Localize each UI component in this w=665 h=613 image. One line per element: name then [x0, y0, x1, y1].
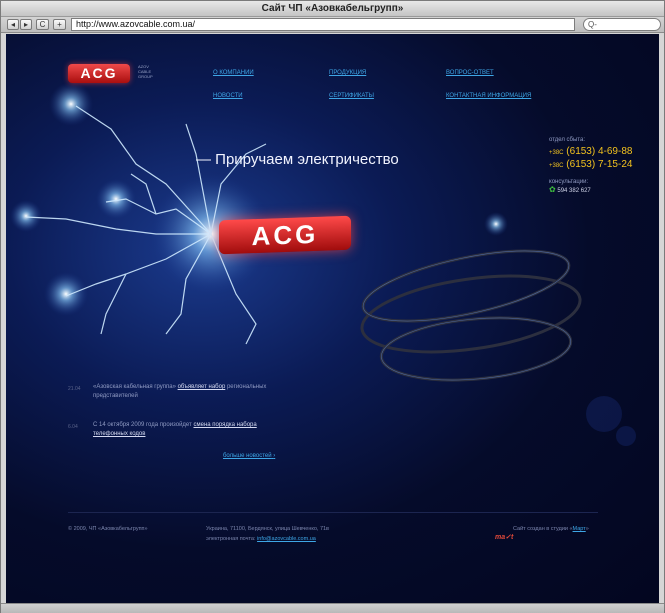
add-bookmark-button[interactable]: +	[53, 19, 66, 30]
menu-item-faq[interactable]: ВОПРОС-ОТВЕТ	[446, 70, 494, 76]
search-field[interactable]: Q-	[583, 18, 661, 31]
phone-1-number: (6153) 4-69-88	[566, 146, 633, 157]
studio-logo[interactable]: ma✓t	[495, 533, 513, 541]
icq-number: 594 382 627	[557, 188, 591, 194]
news-item: «Азовская кабельная группа» объявляет на…	[93, 383, 293, 401]
hero-logo-text: ACG	[251, 218, 319, 252]
icq-flower-icon: ✿	[549, 185, 556, 194]
status-bar	[1, 603, 664, 613]
menu-item-products[interactable]: ПРОДУКЦИЯ	[329, 70, 366, 76]
studio-text: Сайт создан в студии «	[513, 526, 573, 532]
footer-divider	[68, 512, 598, 513]
footer-email-label: электронная почта:	[206, 536, 256, 542]
logo-subtitle-line: GROUP	[138, 74, 153, 79]
logo[interactable]: ACG	[68, 64, 130, 83]
news-text: представителей	[93, 393, 138, 399]
menu-item-news[interactable]: НОВОСТИ	[213, 93, 243, 99]
menu-item-about[interactable]: О КОМПАНИИ	[213, 70, 254, 76]
news-date: 6.04	[68, 424, 78, 430]
window-title: Сайт ЧП «Азовкабельгрупп»	[1, 1, 664, 17]
more-news-text: больше новостей	[223, 453, 272, 459]
address-bar[interactable]: http://www.azovcable.com.ua/	[71, 18, 575, 31]
browser-window: Сайт ЧП «Азовкабельгрупп» ◂ ▸ C + http:/…	[0, 0, 665, 613]
studio-link[interactable]: Март	[573, 526, 586, 532]
footer-studio-credit: Сайт создан в студии «Март»	[513, 526, 589, 532]
studio-text-end: »	[585, 526, 589, 532]
news-text: «Азовская кабельная группа»	[93, 384, 176, 390]
phone-2-number: (6153) 7-15-24	[566, 159, 633, 170]
browser-toolbar: ◂ ▸ C + http://www.azovcable.com.ua/ Q-	[1, 17, 664, 33]
footer-email-line: электронная почта: info@azovcable.com.ua	[206, 536, 316, 542]
back-button[interactable]: ◂	[7, 19, 19, 30]
phone-2: +38С (6153) 7-15-24	[549, 159, 654, 170]
icq-contact: ✿ 594 382 627	[549, 185, 654, 194]
logo-subtitle: AZOV CABLE GROUP	[138, 64, 168, 79]
footer-address: Украина, 71100, Бердянск, улица Шевченко…	[206, 526, 329, 532]
news-item: С 14 октября 2009 года произойдет смена …	[93, 421, 293, 439]
phone-prefix: +38С	[549, 163, 564, 169]
sales-label: отдел сбыта:	[549, 137, 585, 143]
forward-button[interactable]: ▸	[20, 19, 32, 30]
contacts-block: отдел сбыта: +38С (6153) 4-69-88 +38С (6…	[549, 137, 654, 194]
slogan: — Приручаем электричество	[196, 151, 399, 168]
menu-item-contacts[interactable]: КОНТАКТНАЯ ИНФОРМАЦИЯ	[446, 93, 531, 99]
more-news-arrow: ›	[273, 453, 276, 459]
hero-logo: ACG	[219, 215, 351, 255]
more-news-link[interactable]: больше новостей ›	[223, 453, 275, 459]
phone-1: +38С (6153) 4-69-88	[549, 146, 654, 157]
news-link[interactable]: объявляет набор	[178, 384, 226, 390]
news-link[interactable]: телефонных кодов	[93, 431, 145, 437]
news-text: региональных	[226, 384, 267, 390]
footer-email-link[interactable]: info@azovcable.com.ua	[257, 536, 316, 542]
news-text: С 14 октября 2009 года произойдет	[93, 422, 192, 428]
logo-text: ACG	[80, 65, 118, 81]
reload-button[interactable]: C	[36, 19, 49, 30]
footer-copyright: © 2009, ЧП «Азовкабельгрупп»	[68, 526, 148, 532]
phone-prefix: +38С	[549, 150, 564, 156]
lightning-background	[10, 82, 636, 446]
news-link[interactable]: смена порядка набора	[193, 422, 256, 428]
web-page: ACG AZOV CABLE GROUP О КОМПАНИИ ПРОДУКЦИ…	[6, 34, 659, 603]
menu-item-certificates[interactable]: СЕРТИФИКАТЫ	[329, 93, 374, 99]
news-date: 21.04	[68, 386, 81, 392]
